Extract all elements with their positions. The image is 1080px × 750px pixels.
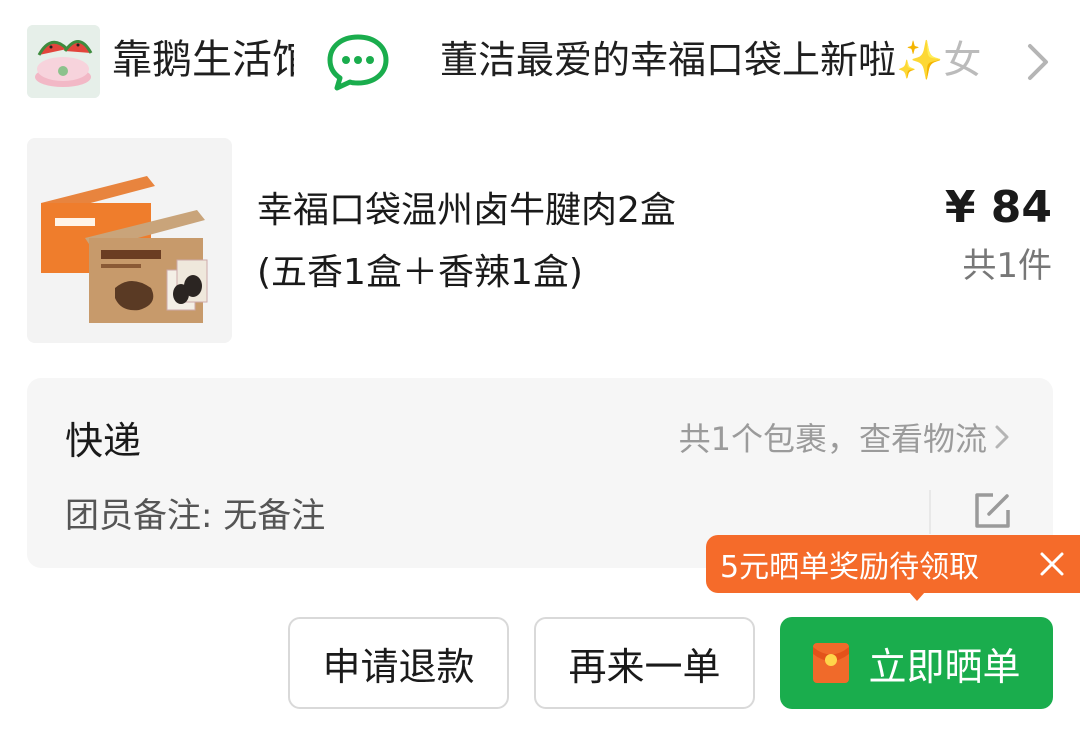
reward-tip-text: 5元晒单奖励待领取	[720, 550, 980, 585]
shop-avatar-image	[27, 25, 100, 98]
tooltip-arrow	[909, 592, 925, 601]
shop-header: 靠鹅生活馆 董洁最爱的幸福口袋上新啦✨女	[0, 0, 1080, 125]
reorder-button-label: 再来一单	[568, 644, 721, 689]
refund-button-label: 申请退款	[322, 644, 475, 689]
close-icon[interactable]	[1038, 550, 1066, 578]
share-button-label: 立即晒单	[868, 644, 1021, 689]
sparkle-icon: ✨	[896, 38, 944, 82]
delivery-method-label: 快递	[65, 419, 142, 463]
promo-text: 董洁最爱的幸福口袋上新啦	[440, 38, 897, 82]
promo-banner-text[interactable]: 董洁最爱的幸福口袋上新啦✨女	[440, 34, 1022, 86]
divider	[929, 490, 931, 534]
product-title[interactable]: 幸福口袋温州卤牛腱肉2盒 (五香1盒＋香辣1盒)	[257, 180, 897, 304]
chevron-right-icon[interactable]	[1024, 40, 1052, 84]
red-envelope-icon	[813, 643, 850, 683]
request-refund-button[interactable]: 申请退款	[288, 617, 509, 709]
view-logistics-link[interactable]: 共1个包裹，查看物流	[679, 414, 1011, 460]
shop-avatar[interactable]	[27, 25, 100, 98]
product-title-line1: 幸福口袋温州卤牛腱肉2盒	[257, 190, 676, 231]
shop-name[interactable]: 靠鹅生活馆	[112, 34, 294, 86]
share-reward-tooltip[interactable]: 5元晒单奖励待领取	[706, 535, 1080, 593]
chevron-right-icon	[995, 425, 1009, 449]
member-remark: 团员备注: 无备注	[65, 496, 326, 536]
product-image	[27, 138, 232, 343]
product-price: ¥ 84	[944, 182, 1052, 233]
product-quantity: 共1件	[962, 246, 1052, 286]
product-title-line2: (五香1盒＋香辣1盒)	[257, 252, 583, 293]
product-thumbnail[interactable]	[27, 138, 232, 343]
share-order-button[interactable]: 立即晒单	[780, 617, 1053, 709]
chat-bubble-icon[interactable]	[326, 32, 390, 92]
reorder-button[interactable]: 再来一单	[534, 617, 755, 709]
logistics-link-text: 共1个包裹，查看物流	[678, 420, 987, 458]
promo-text-tail: 女	[943, 38, 982, 82]
edit-icon[interactable]	[971, 490, 1013, 532]
